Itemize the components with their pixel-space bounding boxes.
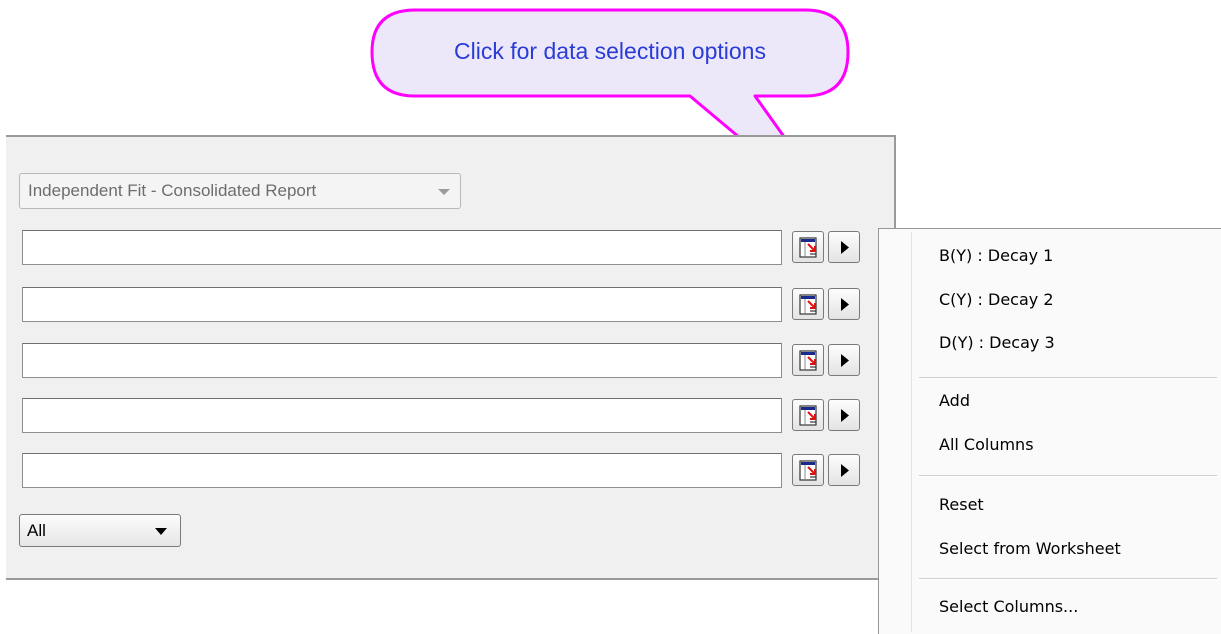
menu-separator <box>919 475 1217 477</box>
data-range-input[interactable] <box>22 230 782 265</box>
data-options-button[interactable] <box>828 288 860 320</box>
data-row <box>22 398 882 434</box>
worksheet-pick-button[interactable] <box>792 344 824 376</box>
worksheet-pick-icon <box>799 405 817 426</box>
menu-item-column-b[interactable]: B(Y) : Decay 1 <box>939 246 1053 265</box>
chevron-down-icon <box>438 189 450 195</box>
report-type-dropdown[interactable]: Independent Fit - Consolidated Report <box>19 173 461 209</box>
menu-icon-gutter <box>911 232 912 632</box>
data-range-input[interactable] <box>22 343 782 378</box>
triangle-right-icon <box>841 464 849 477</box>
data-range-input[interactable] <box>22 398 782 433</box>
worksheet-pick-button[interactable] <box>792 288 824 320</box>
triangle-right-icon <box>841 241 849 254</box>
triangle-right-icon <box>841 298 849 311</box>
data-row <box>22 453 882 489</box>
data-options-context-menu: B(Y) : Decay 1 C(Y) : Decay 2 D(Y) : Dec… <box>878 228 1221 634</box>
menu-item-column-d[interactable]: D(Y) : Decay 3 <box>939 333 1055 352</box>
data-row <box>22 343 882 379</box>
menu-separator <box>919 377 1217 379</box>
menu-separator <box>919 578 1217 580</box>
triangle-right-icon <box>841 354 849 367</box>
range-dropdown-value: All <box>27 521 46 540</box>
data-options-button[interactable] <box>828 454 860 486</box>
report-type-value: Independent Fit - Consolidated Report <box>28 181 317 200</box>
triangle-right-icon <box>841 409 849 422</box>
menu-item-add[interactable]: Add <box>939 391 970 410</box>
menu-item-column-c[interactable]: C(Y) : Decay 2 <box>939 290 1054 309</box>
worksheet-pick-icon <box>799 460 817 481</box>
worksheet-pick-icon <box>799 350 817 371</box>
chevron-down-icon <box>155 528 167 535</box>
data-range-input[interactable] <box>22 287 782 322</box>
menu-item-select-from-worksheet[interactable]: Select from Worksheet <box>939 539 1121 558</box>
menu-item-reset[interactable]: Reset <box>939 495 984 514</box>
data-options-button[interactable] <box>828 231 860 263</box>
menu-item-select-columns[interactable]: Select Columns... <box>939 597 1078 616</box>
data-selection-panel: Independent Fit - Consolidated Report Al… <box>6 135 896 580</box>
worksheet-pick-button[interactable] <box>792 399 824 431</box>
worksheet-pick-icon <box>799 237 817 258</box>
worksheet-pick-button[interactable] <box>792 454 824 486</box>
data-range-input[interactable] <box>22 453 782 488</box>
menu-item-all-columns[interactable]: All Columns <box>939 435 1034 454</box>
worksheet-pick-icon <box>799 294 817 315</box>
callout-text: Click for data selection options <box>454 38 766 64</box>
range-dropdown[interactable]: All <box>19 514 181 547</box>
data-options-button[interactable] <box>828 399 860 431</box>
worksheet-pick-button[interactable] <box>792 231 824 263</box>
data-row <box>22 287 882 323</box>
data-options-button[interactable] <box>828 344 860 376</box>
data-row <box>22 230 882 266</box>
